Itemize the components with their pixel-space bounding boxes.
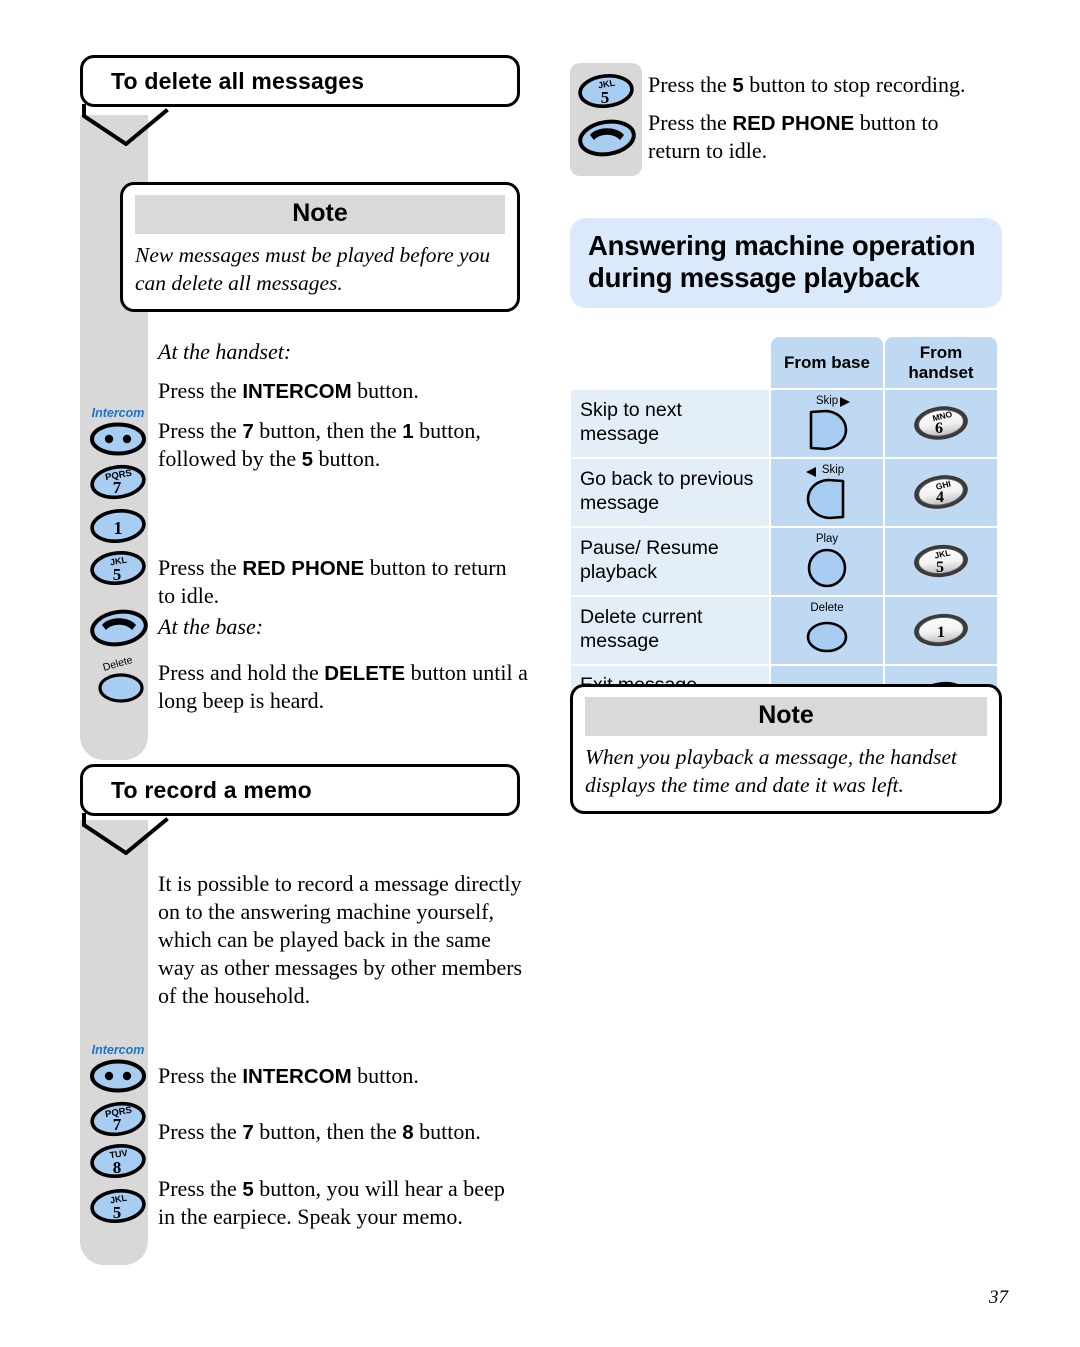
svg-text:7: 7 <box>113 478 122 497</box>
note-box-delete-all: Note New messages must be played before … <box>120 182 520 313</box>
svg-text:5: 5 <box>113 1203 122 1222</box>
table-cell-label: Skip to next message <box>571 390 769 457</box>
manual-page: To delete all messages Note New messages… <box>0 0 1080 1347</box>
subheading-at-the-base: At the base: <box>158 614 264 639</box>
step-press-7-1-5: Press the 7 button, then the 1 button, f… <box>158 418 481 472</box>
key-8-icon: TUV 8 <box>89 1142 146 1178</box>
red-phone-key-icon-right <box>577 117 636 157</box>
svg-text:5: 5 <box>113 565 122 584</box>
delete-key-icon: Delete <box>91 655 147 703</box>
callout-title: To delete all messages <box>111 67 365 94</box>
svg-text:8: 8 <box>113 1158 122 1177</box>
svg-text:7: 7 <box>113 1115 122 1134</box>
operation-table-wrapper: From base From handset Skip to next mess… <box>569 335 1003 733</box>
svg-text:5: 5 <box>601 88 610 107</box>
key-5-icon-2: JKL 5 <box>89 1187 146 1223</box>
callout-tail-icon <box>82 104 172 146</box>
svg-text:Delete: Delete <box>102 655 135 674</box>
note-header: Note <box>585 697 987 736</box>
section-heading-answering-machine-operation: Answering machine operation during messa… <box>570 218 1002 308</box>
key-5-icon-right: JKL 5 <box>577 72 634 108</box>
table-cell-base-icon: Skip <box>771 390 883 457</box>
memo-step-press-intercom: Press the INTERCOM button. <box>158 1063 419 1088</box>
table-header-from-handset: From handset <box>885 337 997 388</box>
callout-to-record-a-memo: To record a memo <box>80 764 520 855</box>
step-press-red-phone-right: Press the RED PHONE button to return to … <box>648 110 939 164</box>
step-press-hold-delete: Press and hold the DELETE button until a… <box>158 660 528 714</box>
note-box-playback: Note When you playback a message, the ha… <box>570 684 1002 815</box>
table-cell-base-icon: Play <box>771 528 883 595</box>
table-cell-handset-icon: MNO 6 <box>885 390 997 457</box>
digit-key-1-icon: 1 <box>910 610 972 650</box>
intercom-key-label: Intercom <box>91 406 145 420</box>
svg-text:4: 4 <box>936 489 944 506</box>
svg-text:6: 6 <box>935 420 943 437</box>
skip-back-base-key-icon: Skip <box>796 464 858 520</box>
intercom-key-label-2: Intercom <box>91 1043 145 1057</box>
callout-box: To delete all messages <box>80 55 520 107</box>
table-cell-base-icon: Delete <box>771 597 883 664</box>
intercom-key-icon <box>89 421 146 456</box>
table-row: Pause/ Resume playback Play JKL 5 <box>571 528 997 595</box>
table-cell-handset-icon: JKL 5 <box>885 528 997 595</box>
red-phone-key-icon <box>89 607 148 647</box>
note-body: New messages must be played before you c… <box>135 243 491 295</box>
key-5-icon: JKL 5 <box>89 549 146 585</box>
table-cell-handset-icon: GHI 4 <box>885 459 997 526</box>
table-cell-base-icon: Skip <box>771 459 883 526</box>
key-7-icon-2: PQRS 7 <box>89 1100 146 1137</box>
intercom-key-icon-2 <box>89 1058 146 1093</box>
page-number: 37 <box>989 1287 1008 1308</box>
callout-tail-icon <box>82 813 172 855</box>
subheading-at-the-handset: At the handset: <box>158 339 292 364</box>
table-row: Delete current message Delete 1 <box>571 597 997 664</box>
note-header: Note <box>135 195 505 234</box>
skip-forward-base-key-icon: Skip <box>796 395 858 451</box>
memo-intro-paragraph: It is possible to record a message direc… <box>158 871 523 1008</box>
table-cell-label: Pause/ Resume playback <box>571 528 769 595</box>
step-press-red-phone: Press the RED PHONE button to return to … <box>158 555 507 609</box>
left-column: To delete all messages Note New messages… <box>80 55 528 1265</box>
table-row: Go back to previous message Skip GHI 4 <box>571 459 997 526</box>
callout-title: To record a memo <box>111 776 312 803</box>
memo-step-press-7-8: Press the 7 button, then the 8 button. <box>158 1119 481 1144</box>
table-header-blank <box>571 337 769 388</box>
svg-text:1: 1 <box>114 518 123 538</box>
digit-key-5-icon: JKL 5 <box>910 541 972 581</box>
callout-to-delete-all-messages: To delete all messages <box>80 55 520 146</box>
svg-text:5: 5 <box>936 559 944 576</box>
table-cell-label: Go back to previous message <box>571 459 769 526</box>
delete-base-key-icon: Delete <box>796 602 858 657</box>
memo-step-press-5: Press the 5 button, you will hear a beep… <box>158 1176 505 1230</box>
step-press-5-stop-recording: Press the 5 button to stop recording. <box>648 72 966 97</box>
table-cell-handset-icon: 1 <box>885 597 997 664</box>
base-key-caption: Play <box>815 533 839 545</box>
digit-key-6-icon: MNO 6 <box>910 403 972 443</box>
digit-key-4-icon: GHI 4 <box>910 472 972 512</box>
table-cell-label: Delete current message <box>571 597 769 664</box>
key-1-icon: 1 <box>89 507 146 543</box>
note-body: When you playback a message, the handset… <box>585 745 957 797</box>
table-header-from-base: From base <box>771 337 883 388</box>
play-base-key-icon: Play <box>796 533 858 588</box>
table-header-row: From base From handset <box>571 337 997 388</box>
svg-text:1: 1 <box>937 624 945 641</box>
callout-box: To record a memo <box>80 764 520 816</box>
operation-table: From base From handset Skip to next mess… <box>569 335 999 733</box>
table-row: Skip to next message Skip MNO 6 <box>571 390 997 457</box>
base-key-caption: Delete <box>810 602 844 614</box>
key-7-icon: PQRS 7 <box>89 463 146 500</box>
step-press-intercom: Press the INTERCOM button. <box>158 378 419 403</box>
